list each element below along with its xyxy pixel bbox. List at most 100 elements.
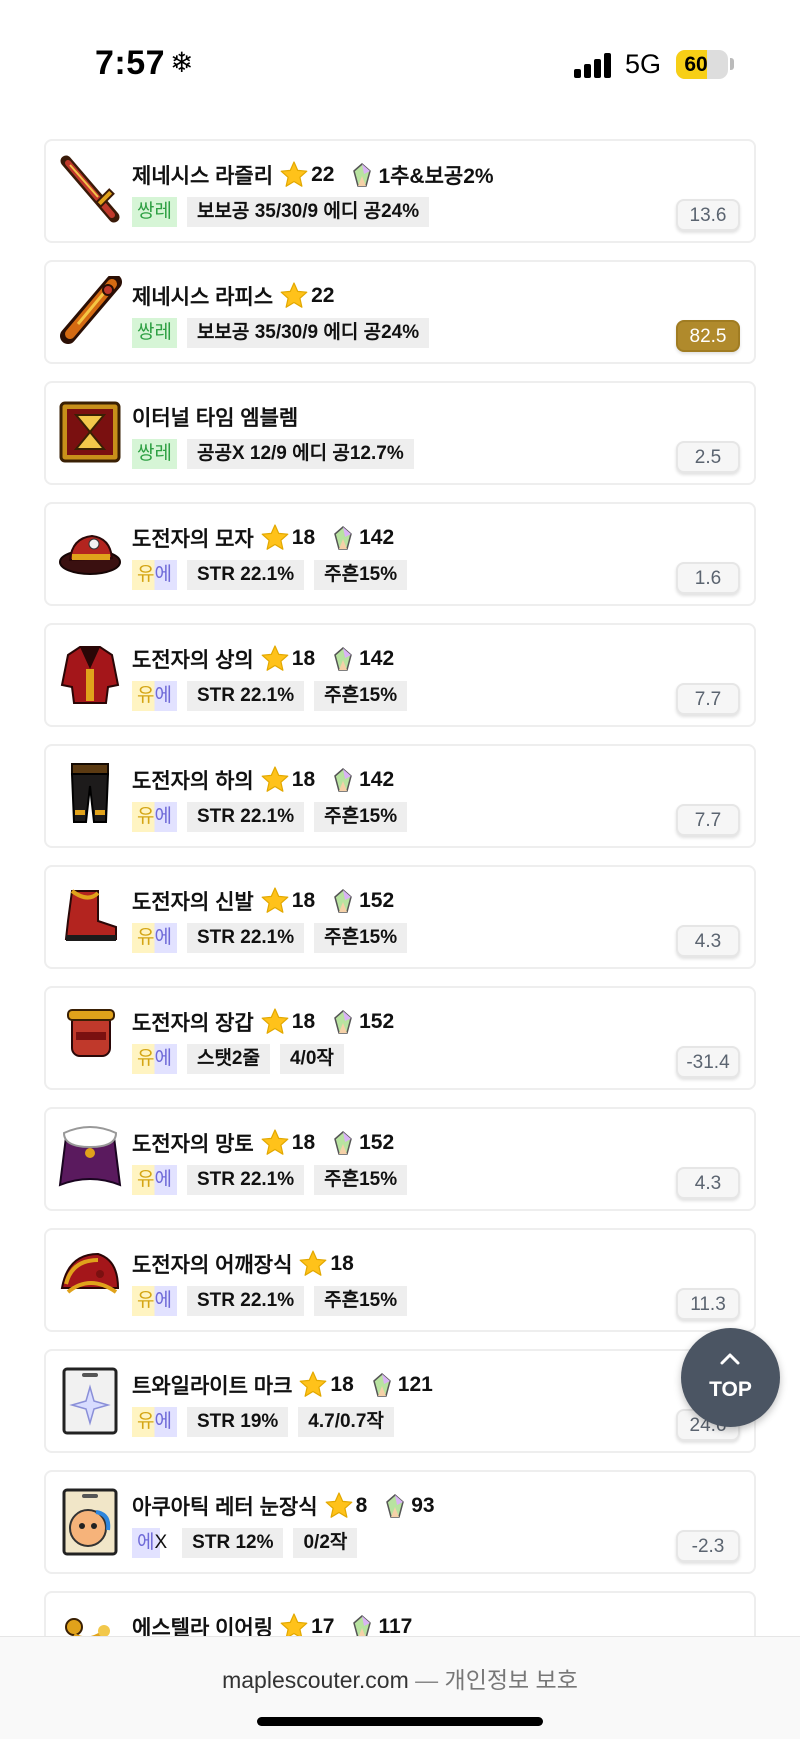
star-force-value: 18 xyxy=(291,647,316,670)
equipment-card[interactable]: 도전자의 신발 18 152 유에 STR 22.1% 주흔15% 4.3 xyxy=(44,865,756,969)
potential-gem-icon xyxy=(372,1373,391,1397)
equipment-card[interactable]: 도전자의 하의 18 142 유에 STR 22.1% 주흔15% 7.7 xyxy=(44,744,756,848)
dagger-icon xyxy=(58,274,122,346)
option-tag: 주흔15% xyxy=(314,560,408,590)
item-name: 도전자의 상의 xyxy=(132,649,254,672)
item-header: 제네시스 라피스 22 xyxy=(132,280,334,312)
potential-value: 121 xyxy=(397,1373,433,1396)
star-force-value: 18 xyxy=(291,1010,316,1033)
shoes-icon xyxy=(58,881,122,951)
item-tags: 에X STR 12% 0/2작 xyxy=(132,1528,358,1558)
option-tag: 4.7/0.7작 xyxy=(298,1407,394,1437)
item-tags: 유에 STR 22.1% 주흔15% xyxy=(132,1165,408,1195)
potential-rank-badge: 쌍레 xyxy=(132,439,177,469)
item-name: 도전자의 모자 xyxy=(132,528,254,551)
option-tag: STR 22.1% xyxy=(186,560,305,590)
item-name: 제네시스 라피스 xyxy=(132,286,274,309)
snowflake-icon: ❄ xyxy=(170,47,194,78)
potential-gem-icon xyxy=(353,163,372,187)
option-tag: 보보공 35/30/9 에디 공24% xyxy=(186,318,430,348)
star-icon xyxy=(280,161,308,187)
score-badge: 2.5 xyxy=(676,441,740,473)
sword-icon xyxy=(58,155,122,225)
equipment-card[interactable]: 도전자의 모자 18 142 유에 STR 22.1% 주흔15% 1.6 xyxy=(44,502,756,606)
scroll-top-button[interactable]: TOP xyxy=(681,1328,780,1427)
potential-rank-badge: 유에 xyxy=(132,802,177,832)
equipment-card[interactable]: 도전자의 상의 18 142 유에 STR 22.1% 주흔15% 7.7 xyxy=(44,623,756,727)
score-badge: -31.4 xyxy=(676,1046,740,1078)
potential-value: 142 xyxy=(359,647,395,670)
equipment-card[interactable]: 도전자의 어깨장식 18 유에 STR 22.1% 주흔15% 11.3 xyxy=(44,1228,756,1332)
item-header: 도전자의 어깨장식 18 xyxy=(132,1248,354,1280)
item-name: 도전자의 신발 xyxy=(132,891,254,914)
battery-level: 60 xyxy=(684,53,708,76)
score-badge: 82.5 xyxy=(676,320,740,352)
item-header: 도전자의 신발 18 152 xyxy=(132,885,394,917)
option-tag: 공공X 12/9 에디 공12.7% xyxy=(186,439,414,469)
item-name: 이터널 타임 엠블렘 xyxy=(132,407,299,430)
score-badge: 13.6 xyxy=(676,199,740,231)
potential-rank-badge: 쌍레 xyxy=(132,197,177,227)
scroll-top-label: TOP xyxy=(709,1378,752,1401)
score-badge: 7.7 xyxy=(676,804,740,836)
star-icon xyxy=(300,1250,327,1276)
star-icon xyxy=(261,645,289,671)
item-name: 도전자의 망토 xyxy=(132,1133,254,1156)
score-badge: 11.3 xyxy=(676,1288,740,1320)
option-tag: 주흔15% xyxy=(314,681,408,711)
equipment-card[interactable]: 아쿠아틱 레터 눈장식 8 93 에X STR 12% 0/2작 -2.3 xyxy=(44,1470,756,1574)
option-tag: STR 22.1% xyxy=(186,1286,305,1316)
potential-gem-icon xyxy=(334,526,352,550)
privacy-link[interactable]: 개인정보 보호 xyxy=(445,1667,578,1693)
status-time: 7:57 xyxy=(95,44,166,82)
equipment-card[interactable]: 제네시스 라피스 22 쌍레 보보공 35/30/9 에디 공24% 82.5 xyxy=(44,260,756,364)
item-header: 도전자의 모자 18 142 xyxy=(132,522,394,554)
star-force-value: 18 xyxy=(330,1252,354,1275)
potential-rank-badge: 유에 xyxy=(132,923,177,953)
star-icon xyxy=(261,1008,289,1034)
item-tags: 유에 스탯2줄 4/0작 xyxy=(132,1044,344,1074)
star-icon xyxy=(300,1371,327,1397)
pants-icon xyxy=(58,760,122,830)
potential-gem-icon xyxy=(334,1131,352,1155)
potential-rank-badge: 유에 xyxy=(132,1407,177,1437)
potential-value: 152 xyxy=(359,889,395,912)
site-domain[interactable]: maplescouter.com xyxy=(222,1667,409,1693)
item-header: 도전자의 망토 18 152 xyxy=(132,1127,394,1159)
emblem-icon xyxy=(58,397,122,467)
item-tags: 쌍레 보보공 35/30/9 에디 공24% xyxy=(132,318,430,348)
option-tag: 보보공 35/30/9 에디 공24% xyxy=(186,197,430,227)
equipment-card[interactable]: 도전자의 망토 18 152 유에 STR 22.1% 주흔15% 4.3 xyxy=(44,1107,756,1211)
option-tag: 스탯2줄 xyxy=(186,1044,270,1074)
item-header: 아쿠아틱 레터 눈장식 8 93 xyxy=(132,1490,435,1522)
option-tag: 주흔15% xyxy=(314,1286,408,1316)
item-tags: 유에 STR 22.1% 주흔15% xyxy=(132,560,408,590)
top-icon xyxy=(58,639,122,709)
item-name: 아쿠아틱 레터 눈장식 xyxy=(132,1496,318,1519)
option-tag: 4/0작 xyxy=(279,1044,344,1074)
potential-rank-badge: 유에 xyxy=(132,681,177,711)
item-name: 제네시스 라즐리 xyxy=(132,165,274,188)
footer-separator: — xyxy=(415,1667,439,1693)
potential-rank-badge: 쌍레 xyxy=(132,318,177,348)
item-name: 트와일라이트 마크 xyxy=(132,1375,293,1398)
potential-rank-badge: 에X xyxy=(132,1528,173,1558)
score-badge: 7.7 xyxy=(676,683,740,715)
item-name: 도전자의 장갑 xyxy=(132,1012,254,1035)
equipment-card[interactable]: 도전자의 장갑 18 152 유에 스탯2줄 4/0작 -31.4 xyxy=(44,986,756,1090)
item-tags: 유에 STR 22.1% 주흔15% xyxy=(132,1286,408,1316)
equipment-card[interactable]: 이터널 타임 엠블렘쌍레 공공X 12/9 에디 공12.7% 2.5 xyxy=(44,381,756,485)
item-tags: 쌍레 보보공 35/30/9 에디 공24% xyxy=(132,197,430,227)
potential-rank-badge: 유에 xyxy=(132,560,177,590)
eye-accessory-icon xyxy=(58,1486,122,1556)
star-icon xyxy=(261,887,289,913)
option-tag: 주흔15% xyxy=(314,923,408,953)
item-tags: 쌍레 공공X 12/9 에디 공12.7% xyxy=(132,439,414,469)
cape-icon xyxy=(58,1123,122,1193)
equipment-card[interactable]: 제네시스 라즐리 22 1추&보공2% 쌍레 보보공 35/30/9 에디 공24% 13… xyxy=(44,139,756,243)
potential-rank-badge: 유에 xyxy=(132,1044,177,1074)
score-badge: 4.3 xyxy=(676,925,740,957)
potential-gem-icon xyxy=(334,889,352,913)
equipment-card[interactable]: 트와일라이트 마크 18 121 유에 STR 19% 4.7/0.7작 24.6 xyxy=(44,1349,756,1453)
potential-value: 152 xyxy=(359,1131,395,1154)
